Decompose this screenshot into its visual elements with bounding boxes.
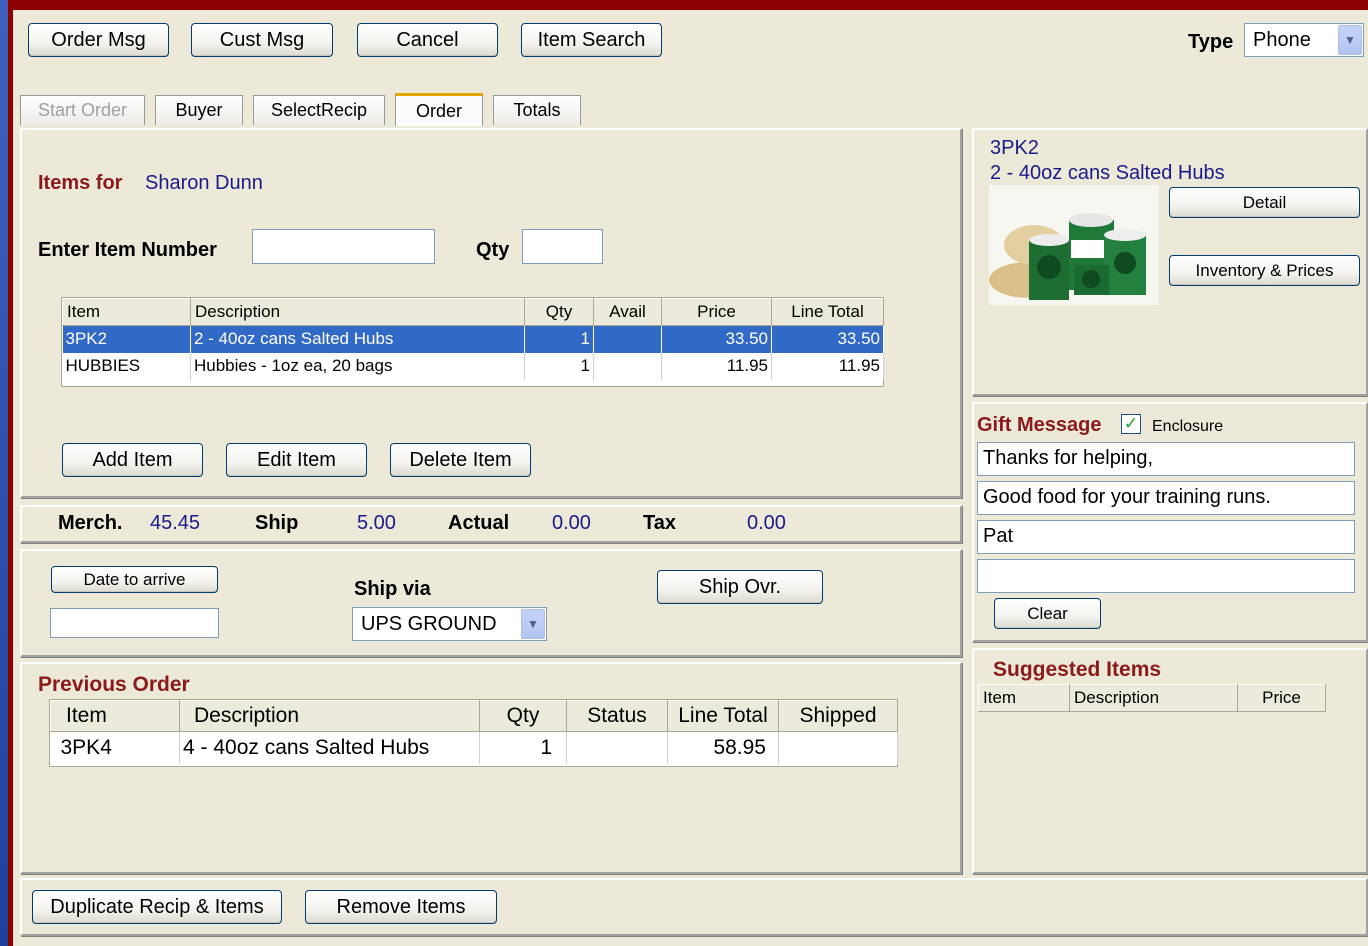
cust-msg-button[interactable]: Cust Msg [191, 23, 333, 57]
col-qty[interactable]: Qty [524, 298, 594, 326]
tax-value: 0.00 [747, 512, 786, 534]
cell-status [566, 731, 668, 764]
col-description[interactable]: Description [1069, 684, 1238, 712]
gift-line-4-input[interactable] [977, 559, 1355, 593]
clear-button[interactable]: Clear [994, 598, 1101, 629]
enclosure-label: Enclosure [1152, 418, 1224, 435]
col-price[interactable]: Price [1237, 684, 1326, 712]
cell-qty: 1 [479, 731, 567, 764]
qty-input[interactable] [522, 229, 603, 264]
window-left-edge [0, 0, 8, 946]
item-number-input[interactable] [252, 229, 435, 264]
date-to-arrive-button[interactable]: Date to arrive [51, 566, 218, 593]
ship-override-button[interactable]: Ship Ovr. [657, 570, 823, 604]
chevron-down-icon[interactable]: ▼ [521, 609, 545, 639]
cancel-button[interactable]: Cancel [357, 23, 498, 57]
col-item[interactable]: Item [50, 700, 180, 732]
col-qty[interactable]: Qty [479, 700, 567, 732]
date-to-arrive-input[interactable] [50, 608, 219, 638]
col-item[interactable]: Item [62, 298, 191, 326]
cell-line-total: 11.95 [771, 352, 884, 380]
previous-order-grid[interactable]: Item Description Qty Status Line Total S… [49, 699, 898, 767]
ship-value: 5.00 [357, 512, 396, 534]
previous-order-header: Item Description Qty Status Line Total S… [50, 700, 898, 732]
type-label: Type [1188, 31, 1234, 53]
type-select-value: Phone [1253, 29, 1311, 51]
cell-item: HUBBIES [62, 352, 191, 380]
ship-via-select[interactable]: UPS GROUND ▼ [352, 607, 547, 641]
checkmark-icon: ✓ [1123, 414, 1139, 433]
cell-description: Hubbies - 1oz ea, 20 bags [190, 352, 525, 380]
cell-line-total: 58.95 [667, 731, 779, 764]
cell-description: 4 - 40oz cans Salted Hubs [179, 731, 480, 764]
chevron-down-icon[interactable]: ▼ [1338, 25, 1362, 55]
tab-start-order[interactable]: Start Order [20, 95, 145, 125]
edit-item-button[interactable]: Edit Item [226, 443, 367, 477]
tax-label: Tax [643, 512, 676, 534]
col-line-total[interactable]: Line Total [667, 700, 779, 732]
items-for-label: Items for [38, 172, 123, 194]
cell-price: 33.50 [661, 325, 772, 353]
col-avail[interactable]: Avail [593, 298, 662, 326]
item-search-button[interactable]: Item Search [521, 23, 662, 57]
tab-selectrecip[interactable]: SelectRecip [253, 95, 385, 125]
gift-message-title: Gift Message [977, 414, 1102, 436]
cans-icon [989, 185, 1159, 305]
col-price[interactable]: Price [661, 298, 772, 326]
type-select[interactable]: Phone ▼ [1244, 23, 1364, 57]
gift-line-3-input[interactable]: Pat [977, 520, 1355, 554]
cell-line-total: 33.50 [771, 325, 884, 353]
table-row[interactable]: HUBBIES Hubbies - 1oz ea, 20 bags 1 11.9… [62, 352, 884, 380]
items-grid[interactable]: Item Description Qty Avail Price Line To… [61, 297, 884, 387]
ship-label: Ship [255, 512, 299, 534]
delete-item-button[interactable]: Delete Item [390, 443, 531, 477]
duplicate-recip-items-button[interactable]: Duplicate Recip & Items [32, 890, 282, 924]
tab-order[interactable]: Order [395, 93, 483, 126]
col-shipped[interactable]: Shipped [778, 700, 898, 732]
col-description[interactable]: Description [190, 298, 525, 326]
items-grid-header: Item Description Qty Avail Price Line To… [62, 298, 884, 326]
enter-item-number-label: Enter Item Number [38, 239, 217, 261]
col-item[interactable]: Item [978, 684, 1070, 712]
previous-order-title: Previous Order [38, 673, 190, 696]
suggested-items-header: Item Description Price [978, 684, 1326, 712]
tab-buyer[interactable]: Buyer [155, 95, 243, 125]
tab-totals[interactable]: Totals [493, 95, 581, 125]
cell-item: 3PK4 [50, 731, 180, 764]
cell-qty: 1 [524, 352, 594, 380]
inventory-prices-button[interactable]: Inventory & Prices [1169, 255, 1360, 286]
gift-line-1-input[interactable]: Thanks for helping, [977, 442, 1355, 476]
product-code: 3PK2 [990, 137, 1039, 159]
suggested-items-grid[interactable]: Item Description Price [978, 684, 1326, 712]
merch-label: Merch. [58, 512, 123, 534]
product-image [989, 185, 1159, 305]
add-item-button[interactable]: Add Item [62, 443, 203, 477]
enclosure-checkbox[interactable]: ✓ [1121, 414, 1141, 434]
col-description[interactable]: Description [179, 700, 480, 732]
merch-value: 45.45 [150, 512, 201, 534]
col-status[interactable]: Status [566, 700, 668, 732]
cell-item: 3PK2 [62, 325, 191, 353]
actual-value: 0.00 [552, 512, 591, 534]
detail-button[interactable]: Detail [1169, 187, 1360, 218]
gift-line-2-input[interactable]: Good food for your training runs. [977, 481, 1355, 515]
table-row[interactable]: 3PK4 4 - 40oz cans Salted Hubs 1 58.95 [50, 731, 898, 764]
suggested-items-title: Suggested Items [993, 658, 1162, 681]
qty-label: Qty [476, 239, 510, 261]
cell-qty: 1 [524, 325, 594, 353]
ship-via-label: Ship via [354, 578, 431, 600]
actual-label: Actual [448, 512, 510, 534]
cell-shipped [778, 731, 898, 764]
remove-items-button[interactable]: Remove Items [305, 890, 497, 924]
cell-price: 11.95 [661, 352, 772, 380]
ship-via-value: UPS GROUND [361, 613, 497, 635]
product-name: 2 - 40oz cans Salted Hubs [990, 162, 1225, 184]
cell-avail [593, 352, 662, 380]
customer-name: Sharon Dunn [145, 172, 263, 194]
col-line-total[interactable]: Line Total [771, 298, 884, 326]
cell-description: 2 - 40oz cans Salted Hubs [190, 325, 525, 353]
order-msg-button[interactable]: Order Msg [28, 23, 169, 57]
table-row[interactable]: 3PK2 2 - 40oz cans Salted Hubs 1 33.50 3… [62, 325, 884, 353]
cell-avail [593, 325, 662, 353]
